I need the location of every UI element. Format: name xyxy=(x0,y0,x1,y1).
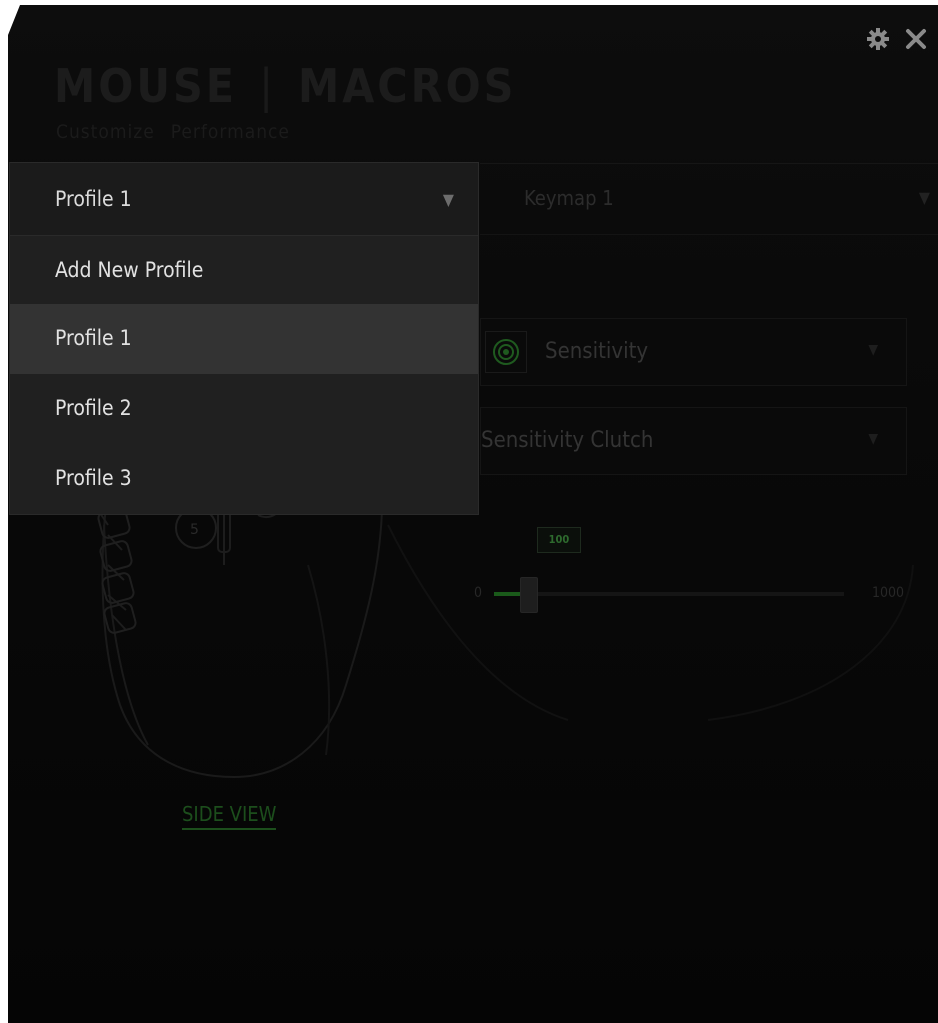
menu-item-label: Add New Profile xyxy=(55,258,204,282)
sensitivity-clutch-select-value: Sensitivity Clutch xyxy=(481,428,654,453)
main-nav: MOUSE | MACROS xyxy=(54,59,516,113)
nav-separator: | xyxy=(259,59,277,113)
slider-track[interactable] xyxy=(494,592,844,596)
close-icon[interactable] xyxy=(904,27,928,51)
keymap-select[interactable]: Keymap 1 ▼ xyxy=(480,163,938,235)
menu-item-profile-2[interactable]: Profile 2 xyxy=(10,374,478,444)
sensitivity-clutch-select[interactable]: Sensitivity Clutch ▼ xyxy=(480,407,907,475)
target-icon xyxy=(485,331,527,373)
sensitivity-select-value: Sensitivity xyxy=(545,339,649,364)
sub-nav: Customize Performance xyxy=(56,121,290,143)
slider-max-label: 1000 xyxy=(871,585,904,601)
menu-item-profile-3[interactable]: Profile 3 xyxy=(10,444,478,514)
keymap-select-value: Keymap 1 xyxy=(524,186,614,210)
slider-handle[interactable] xyxy=(520,577,538,613)
chevron-down-icon: ▼ xyxy=(442,190,454,209)
slider-min-label: 0 xyxy=(474,585,483,601)
chevron-down-icon: ▼ xyxy=(918,188,930,207)
slider-value-tooltip: 100 xyxy=(537,527,581,553)
razer-config-window: 5 MOUSE | MACROS Customize Performance K… xyxy=(8,5,938,1023)
menu-item-profile-1[interactable]: Profile 1 xyxy=(10,304,478,374)
mouse-button-number: 5 xyxy=(190,522,199,538)
gear-icon[interactable] xyxy=(866,27,890,51)
subnav-performance-tab[interactable]: Performance xyxy=(171,121,290,143)
nav-macros-tab[interactable]: MACROS xyxy=(298,59,516,113)
sensitivity-select[interactable]: Sensitivity ▼ xyxy=(480,318,907,386)
subnav-customize-tab[interactable]: Customize xyxy=(56,121,155,143)
chevron-down-icon: ▼ xyxy=(868,431,878,447)
profile-select-value: Profile 1 xyxy=(55,187,132,211)
sensitivity-clutch-slider: 100 0 1000 xyxy=(470,525,910,625)
nav-mouse-tab[interactable]: MOUSE xyxy=(54,59,237,113)
window-controls xyxy=(866,27,928,51)
side-view-link[interactable]: SIDE VIEW xyxy=(182,802,277,830)
profile-dropdown-menu: Add New Profile Profile 1 Profile 2 Prof… xyxy=(9,236,479,515)
menu-item-label: Profile 3 xyxy=(55,466,132,490)
chevron-down-icon: ▼ xyxy=(868,342,878,358)
menu-item-label: Profile 2 xyxy=(55,396,132,420)
menu-item-label: Profile 1 xyxy=(55,326,132,350)
menu-item-add-new-profile[interactable]: Add New Profile xyxy=(10,236,478,304)
profile-select[interactable]: Profile 1 ▼ xyxy=(9,162,479,236)
